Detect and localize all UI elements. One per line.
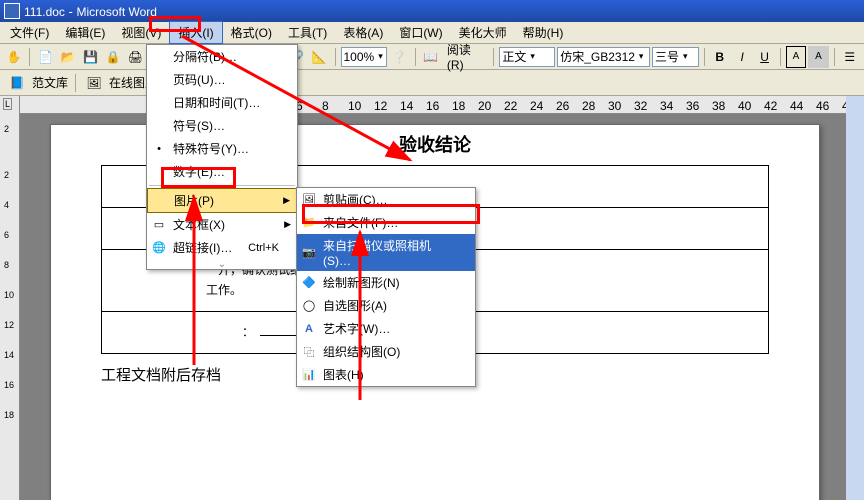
menu-datetime[interactable]: 日期和时间(T)…	[147, 91, 297, 114]
title-text: 111.doc - Microsoft Word	[24, 4, 860, 19]
drawing-icon[interactable]: 📐	[309, 46, 329, 68]
menu-view[interactable]: 视图(V)	[113, 22, 169, 43]
special-char-icon: •	[151, 141, 167, 157]
hyperlink-icon: 🌐	[151, 240, 167, 256]
title-bar: 111.doc - Microsoft Word	[0, 0, 864, 22]
print-icon[interactable]: 🖨	[125, 46, 145, 68]
menu-textbox[interactable]: ▭文本框(X)▶	[147, 213, 297, 236]
permission-icon[interactable]: 🔒	[103, 46, 123, 68]
menu-format[interactable]: 格式(O)	[223, 22, 280, 43]
document-area: L 2 2 4 6 8 10 12 14 16 18 4681012141618…	[0, 96, 864, 500]
menu-beautify[interactable]: 美化大师	[451, 22, 515, 43]
help-icon[interactable]: ❔	[389, 46, 409, 68]
menu-file[interactable]: 文件(F)	[2, 22, 57, 43]
clipart-icon: 🖼	[301, 192, 317, 208]
menu-symbol[interactable]: 符号(S)…	[147, 114, 297, 137]
menu-help[interactable]: 帮助(H)	[515, 22, 572, 43]
hand-tool-icon[interactable]: ✋	[4, 46, 24, 68]
submenu-chart[interactable]: 📊图表(H)	[297, 363, 475, 386]
fanwen-button[interactable]: 范文库	[32, 74, 68, 91]
menu-separator[interactable]: 分隔符(B)…	[147, 45, 297, 68]
submenu-clipart[interactable]: 🖼剪贴画(C)…	[297, 188, 475, 211]
menu-insert[interactable]: 插入(I)	[169, 21, 222, 44]
submenu-from-scanner[interactable]: 📷来自扫描仪或照相机(S)…	[297, 234, 475, 271]
menu-page-number[interactable]: 页码(U)…	[147, 68, 297, 91]
org-chart-icon: ⿻	[301, 344, 317, 360]
submenu-from-file[interactable]: 📁来自文件(F)…	[297, 211, 475, 234]
submenu-autoshapes[interactable]: ◯自选图形(A)	[297, 294, 475, 317]
ruler-l-tag: L	[3, 98, 12, 110]
menu-picture[interactable]: 图片(P)▶ 🖼剪贴画(C)… 📁来自文件(F)… 📷来自扫描仪或照相机(S)……	[147, 188, 297, 213]
menu-number[interactable]: 数字(E)…	[147, 160, 297, 183]
menu-edit[interactable]: 编辑(E)	[57, 22, 113, 43]
fanwen-icon[interactable]: 📘	[6, 72, 28, 94]
textbox-icon: ▭	[151, 217, 167, 233]
wordart-icon: A	[301, 321, 317, 337]
submenu-org-chart[interactable]: ⿻组织结构图(O)	[297, 340, 475, 363]
open-icon[interactable]: 📂	[58, 46, 78, 68]
italic-button[interactable]: I	[732, 46, 752, 68]
menu-bar: 文件(F) 编辑(E) 视图(V) 插入(I) 格式(O) 工具(T) 表格(A…	[0, 22, 864, 44]
menu-hyperlink[interactable]: 🌐超链接(I)…Ctrl+K	[147, 236, 297, 259]
templates-toolbar: 📘 范文库 🖼 在线图片	[0, 70, 864, 96]
bold-button[interactable]: B	[709, 46, 729, 68]
drawing-icon: 🔷	[301, 275, 317, 291]
word-app-icon	[4, 3, 20, 19]
menu-table[interactable]: 表格(A)	[335, 22, 391, 43]
new-doc-icon[interactable]: 📄	[35, 46, 55, 68]
picture-submenu: 🖼剪贴画(C)… 📁来自文件(F)… 📷来自扫描仪或照相机(S)… 🔷绘制新图形…	[296, 187, 476, 387]
autoshapes-icon: ◯	[301, 298, 317, 314]
read-layout-icon[interactable]: 📖	[420, 46, 440, 68]
reviewing-pane-edge	[846, 96, 864, 500]
zoom-dropdown[interactable]: 100%▾	[341, 47, 388, 67]
char-shading-icon[interactable]: A	[808, 46, 828, 68]
submenu-new-drawing[interactable]: 🔷绘制新图形(N)	[297, 271, 475, 294]
distribute-icon[interactable]: ☰	[840, 46, 860, 68]
scanner-icon: 📷	[301, 245, 317, 261]
style-dropdown[interactable]: 正文▾	[499, 47, 555, 67]
submenu-wordart[interactable]: A艺术字(W)…	[297, 317, 475, 340]
vertical-ruler: L 2 2 4 6 8 10 12 14 16 18	[0, 96, 20, 500]
insert-dropdown-menu: 分隔符(B)… 页码(U)… 日期和时间(T)… 符号(S)… •特殊符号(Y)…	[146, 44, 298, 270]
standard-toolbar: ✋ 📄 📂 💾 🔒 🖨 🔍 📋 🖌 ↶ ▦ 🔗 📐 100%▾ ❔ 📖 阅读(R…	[0, 44, 864, 70]
chart-icon: 📊	[301, 367, 317, 383]
font-dropdown[interactable]: 仿宋_GB2312▾	[557, 47, 650, 67]
menu-special-char[interactable]: •特殊符号(Y)…	[147, 137, 297, 160]
menu-window[interactable]: 窗口(W)	[391, 22, 450, 43]
char-border-icon[interactable]: A	[786, 46, 806, 68]
save-icon[interactable]: 💾	[80, 46, 100, 68]
online-pic-icon[interactable]: 🖼	[83, 72, 105, 94]
menu-tools[interactable]: 工具(T)	[280, 22, 335, 43]
menu-expand-chevron[interactable]: ⌄	[147, 259, 297, 269]
from-file-icon: 📁	[301, 215, 317, 231]
read-button[interactable]: 阅读(R)	[443, 41, 489, 72]
font-size-dropdown[interactable]: 三号▾	[652, 47, 699, 67]
underline-button[interactable]: U	[754, 46, 774, 68]
